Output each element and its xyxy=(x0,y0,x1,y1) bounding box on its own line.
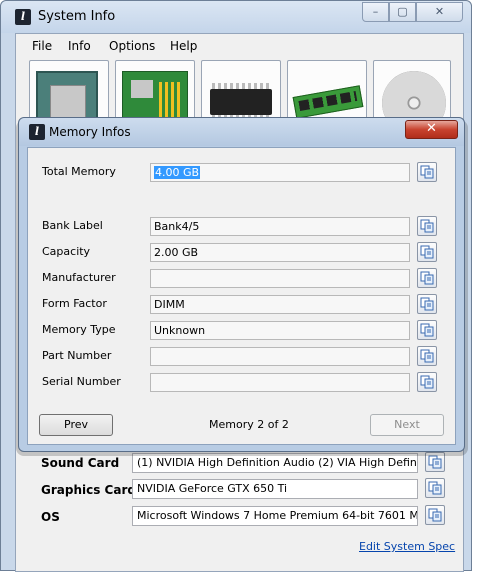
part-number-copy-button[interactable] xyxy=(417,346,437,366)
memory-counter: Memory 2 of 2 xyxy=(209,418,289,431)
edit-system-spec-link[interactable]: Edit System Spec xyxy=(359,540,455,553)
menu-bar: File Info Options Help xyxy=(16,34,463,56)
capacity-copy-button[interactable] xyxy=(417,242,437,262)
copy-icon xyxy=(420,375,434,389)
menu-help[interactable]: Help xyxy=(170,39,197,53)
minimize-button[interactable]: – xyxy=(362,2,389,22)
serial-number-field[interactable] xyxy=(150,373,410,392)
manufacturer-label: Manufacturer xyxy=(42,271,116,284)
next-button[interactable]: Next xyxy=(370,414,444,436)
total-memory-field[interactable]: 4.00 GB xyxy=(150,163,410,182)
form-factor-field[interactable]: DIMM xyxy=(150,295,410,314)
sound-card-field[interactable]: (1) NVIDIA High Definition Audio (2) VIA… xyxy=(132,453,418,473)
copy-icon xyxy=(428,481,442,495)
graphics-card-copy-button[interactable] xyxy=(425,478,445,498)
serial-number-label: Serial Number xyxy=(42,375,121,388)
serial-number-copy-button[interactable] xyxy=(417,372,437,392)
window-title: System Info xyxy=(38,9,116,24)
menu-info[interactable]: Info xyxy=(68,39,91,53)
copy-icon xyxy=(428,455,442,469)
graphics-card-field[interactable]: NVIDIA GeForce GTX 650 Ti xyxy=(132,479,418,499)
dialog-close-button[interactable]: ✕ xyxy=(405,120,458,139)
bank-label-label: Bank Label xyxy=(42,219,103,232)
graphics-card-label: Graphics Card xyxy=(41,483,136,497)
bank-label-field[interactable]: Bank4/5 xyxy=(150,217,410,236)
copy-icon xyxy=(420,271,434,285)
capacity-field[interactable]: 2.00 GB xyxy=(150,243,410,262)
memory-type-copy-button[interactable] xyxy=(417,320,437,340)
form-factor-copy-button[interactable] xyxy=(417,294,437,314)
dialog-titlebar[interactable]: l Memory Infos ✕ xyxy=(19,118,464,146)
memory-type-field[interactable]: Unknown xyxy=(150,321,410,340)
copy-icon xyxy=(428,508,442,522)
part-number-label: Part Number xyxy=(42,349,112,362)
form-factor-label: Form Factor xyxy=(42,297,107,310)
copy-icon xyxy=(420,219,434,233)
copy-icon xyxy=(420,297,434,311)
dialog-client-area: Total Memory 4.00 GB Bank Label Bank4/5 Ca… xyxy=(27,147,456,445)
manufacturer-field[interactable] xyxy=(150,269,410,288)
copy-icon xyxy=(420,245,434,259)
total-memory-label: Total Memory xyxy=(42,165,116,178)
dialog-app-icon: l xyxy=(29,124,45,140)
copy-icon xyxy=(420,349,434,363)
memory-icon xyxy=(292,85,364,119)
close-button[interactable]: ✕ xyxy=(416,2,463,22)
menu-options[interactable]: Options xyxy=(109,39,155,53)
dialog-title: Memory Infos xyxy=(49,125,131,139)
memory-infos-dialog: l Memory Infos ✕ Total Memory 4.00 GB Ba… xyxy=(18,117,465,452)
copy-icon xyxy=(420,323,434,337)
total-memory-value: 4.00 GB xyxy=(154,166,201,179)
capacity-label: Capacity xyxy=(42,245,91,258)
sound-card-label: Sound Card xyxy=(41,456,120,470)
part-number-field[interactable] xyxy=(150,347,410,366)
bank-label-copy-button[interactable] xyxy=(417,216,437,236)
close-icon: ✕ xyxy=(426,121,437,136)
prev-button[interactable]: Prev xyxy=(39,414,113,436)
os-label: OS xyxy=(41,510,60,524)
menu-file[interactable]: File xyxy=(32,39,52,53)
app-logo-icon: l xyxy=(15,9,31,25)
main-titlebar[interactable]: l System Info – ▢ ✕ xyxy=(1,1,471,33)
manufacturer-copy-button[interactable] xyxy=(417,268,437,288)
maximize-button[interactable]: ▢ xyxy=(389,2,416,22)
memory-type-label: Memory Type xyxy=(42,323,116,336)
chip-icon xyxy=(210,83,272,121)
os-copy-button[interactable] xyxy=(425,505,445,525)
os-field[interactable]: Microsoft Windows 7 Home Premium 64-bit … xyxy=(132,506,418,526)
total-memory-copy-button[interactable] xyxy=(417,162,437,182)
copy-icon xyxy=(420,165,434,179)
